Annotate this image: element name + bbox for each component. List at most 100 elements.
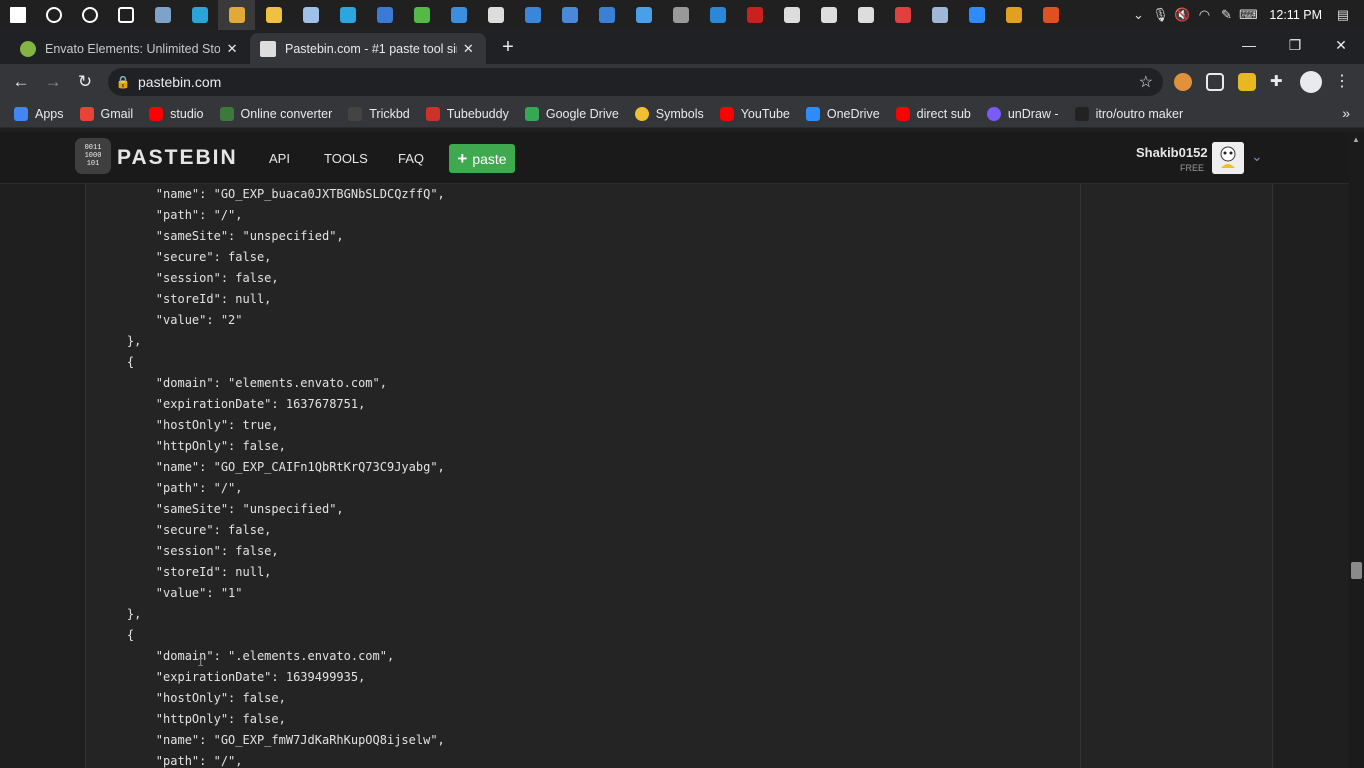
nav-api[interactable]: API: [269, 151, 290, 166]
notepad-icon[interactable]: [292, 0, 329, 30]
tab-envato[interactable]: Envato Elements: Unlimited Stock ✕: [10, 33, 250, 64]
task-view-icon[interactable]: [108, 0, 144, 30]
cookie-extension-icon[interactable]: [1174, 73, 1192, 91]
code-line: "name": "GO_EXP_CAIFn1QbRtKrQ73C9Jyabg",: [98, 460, 445, 474]
code-line: "domain": "elements.envato.com",: [98, 376, 387, 390]
notification-icon[interactable]: ▤: [1332, 7, 1354, 23]
bookmark-item[interactable]: OneDrive: [805, 106, 880, 121]
taskbar-clock[interactable]: 12:11 PM: [1259, 8, 1332, 22]
mail-icon[interactable]: [440, 0, 477, 30]
camtasia-icon[interactable]: [403, 0, 440, 30]
chevron-up-icon[interactable]: ⌄: [1127, 7, 1149, 23]
bookmark-item[interactable]: YouTube: [719, 106, 790, 121]
bookmark-favicon-icon: [895, 106, 910, 121]
bookmark-label: itro/outro maker: [1095, 106, 1184, 121]
new-paste-button[interactable]: + paste: [449, 144, 515, 173]
user-avatar[interactable]: [1212, 142, 1244, 174]
reload-button[interactable]: ↻: [72, 70, 98, 94]
calculator-icon[interactable]: [662, 0, 699, 30]
bookmark-item[interactable]: Tubebuddy: [425, 106, 509, 121]
tube-icon[interactable]: [847, 0, 884, 30]
envato-favicon-icon: [20, 40, 36, 57]
screenshot-extension-icon[interactable]: [1206, 73, 1224, 91]
more-bookmarks-icon[interactable]: »: [1342, 105, 1350, 121]
people-icon[interactable]: [588, 0, 625, 30]
code-line: "httpOnly": false,: [98, 712, 286, 726]
paste-code-area[interactable]: "name": "GO_EXP_buaca0JXTBGNbSLDCQzffQ",…: [85, 184, 1081, 768]
zoom-icon[interactable]: [958, 0, 995, 30]
back-button[interactable]: ←: [8, 70, 34, 94]
multicolor-app-icon[interactable]: [995, 0, 1032, 30]
location-icon-glyph: [1042, 7, 1059, 23]
scroll-up-icon[interactable]: ▲: [1352, 135, 1360, 144]
bookmark-item[interactable]: Apps: [14, 106, 64, 121]
video-editor-icon[interactable]: [514, 0, 551, 30]
search-icon[interactable]: [36, 0, 72, 30]
close-tab-icon[interactable]: ✕: [224, 41, 240, 57]
file-explorer-icon-glyph: [265, 7, 282, 23]
microphone-icon[interactable]: 🎙: [1149, 7, 1171, 23]
bookmark-item[interactable]: Online converter: [219, 106, 332, 121]
red-app-icon[interactable]: [884, 0, 921, 30]
bookmark-item[interactable]: Google Drive: [524, 106, 619, 121]
keyboard-icon[interactable]: ⌨: [1237, 7, 1259, 23]
bookmark-item[interactable]: Symbols: [634, 106, 704, 121]
close-window-button[interactable]: ✕: [1318, 30, 1364, 60]
bookmark-item[interactable]: itro/outro maker: [1074, 106, 1184, 121]
scrollbar-thumb[interactable]: [1351, 562, 1362, 579]
pen-icon[interactable]: ✎: [1215, 7, 1237, 23]
location-icon[interactable]: [1032, 0, 1069, 30]
lock-icon[interactable]: 🔒: [108, 75, 138, 89]
multicolor-app-icon-glyph: [1005, 7, 1022, 23]
telegram-icon[interactable]: [329, 0, 366, 30]
code-line: {: [98, 628, 135, 642]
bookmark-item[interactable]: Gmail: [79, 106, 133, 121]
photos-icon[interactable]: [144, 0, 181, 30]
profile-avatar-icon[interactable]: [1300, 71, 1322, 93]
bookmark-item[interactable]: Trickbd: [348, 106, 410, 121]
tab-pastebin[interactable]: Pastebin.com - #1 paste tool since 2002!…: [250, 33, 486, 64]
tips-icon-glyph: [635, 7, 652, 23]
pastebin-logo-icon[interactable]: 0011 1000 101: [75, 138, 111, 174]
nav-faq[interactable]: FAQ: [398, 151, 424, 166]
code-line: {: [98, 355, 135, 369]
bookmark-item[interactable]: direct sub: [895, 106, 971, 121]
bookmark-label: Trickbd: [369, 106, 410, 121]
bookmark-item[interactable]: unDraw -: [986, 106, 1059, 121]
chrome-menu-icon[interactable]: ⋮: [1334, 73, 1352, 91]
tips-icon[interactable]: [625, 0, 662, 30]
store-icon[interactable]: [773, 0, 810, 30]
chevron-down-icon[interactable]: ⌄: [1251, 148, 1263, 165]
photo-app-icon[interactable]: [551, 0, 588, 30]
bookmark-label: Google Drive: [545, 106, 619, 121]
edge-icon[interactable]: [181, 0, 218, 30]
bookmark-star-icon[interactable]: ☆: [1139, 72, 1153, 92]
screen-icon[interactable]: [921, 0, 958, 30]
app-blue-circle-icon[interactable]: [366, 0, 403, 30]
username[interactable]: Shakib0152: [1136, 145, 1208, 160]
new-tab-button[interactable]: +: [497, 36, 519, 58]
address-bar[interactable]: 🔒 pastebin.com ☆: [108, 68, 1163, 96]
minimize-button[interactable]: —: [1226, 30, 1272, 60]
close-tab-icon[interactable]: ✕: [461, 41, 476, 57]
windows-start-icon[interactable]: [0, 0, 36, 30]
restore-button[interactable]: ❐: [1272, 30, 1318, 60]
nav-tools[interactable]: TOOLS: [324, 151, 368, 166]
pastebin-logo-text[interactable]: PASTEBIN: [117, 146, 238, 170]
settings-icon[interactable]: [810, 0, 847, 30]
yellow-extension-icon[interactable]: [1238, 73, 1256, 91]
volume-muted-icon[interactable]: 🔇: [1171, 7, 1193, 23]
bookmark-item[interactable]: studio: [149, 106, 204, 121]
page-scrollbar[interactable]: ▲: [1349, 132, 1364, 768]
cortana-icon[interactable]: [72, 0, 108, 30]
url-text: pastebin.com: [138, 74, 222, 90]
people-icon-glyph: [598, 7, 615, 23]
file-explorer-icon[interactable]: [255, 0, 292, 30]
extensions-puzzle-icon[interactable]: ✚: [1270, 73, 1288, 91]
chrome-icon[interactable]: [218, 0, 255, 30]
help-icon[interactable]: [699, 0, 736, 30]
wifi-icon[interactable]: ◠: [1193, 7, 1215, 23]
app-dark-circle-icon[interactable]: [477, 0, 514, 30]
recorder-icon[interactable]: [736, 0, 773, 30]
forward-button[interactable]: →: [40, 70, 66, 94]
